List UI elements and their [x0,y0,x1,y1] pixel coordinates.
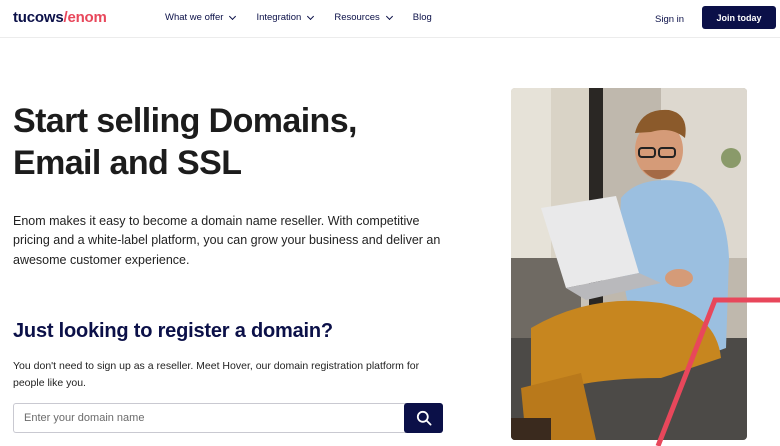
chevron-down-icon [307,12,315,20]
nav-resources[interactable]: Resources [334,12,393,23]
nav-label: What we offer [165,12,224,23]
logo-enom: /enom [63,9,107,26]
intro-paragraph: Enom makes it easy to become a domain na… [13,214,441,267]
page-title: Start selling Domains, Email and SSL [13,102,357,182]
domain-search-input[interactable] [13,403,406,433]
main-nav: What we offer Integration Resources Blog [165,12,453,23]
chevron-down-icon [385,12,393,20]
nav-integration[interactable]: Integration [256,12,315,23]
join-today-button[interactable]: Join today [702,6,776,29]
site-header: tucows/enom What we offer Integration Re… [0,0,780,38]
nav-blog[interactable]: Blog [413,12,432,23]
nav-what-we-offer[interactable]: What we offer [165,12,237,23]
hero-photo [511,88,747,440]
domain-search-form [13,403,443,433]
nav-label: Integration [256,12,302,23]
logo-tucows: tucows [13,9,64,26]
nav-label: Blog [412,12,432,23]
nav-label: Resources [334,12,380,23]
sign-in-link[interactable]: Sign in [655,14,684,25]
chevron-down-icon [229,12,237,20]
search-button[interactable] [404,403,443,433]
search-icon [416,410,432,426]
register-description: You don't need to sign up as a reseller.… [13,360,420,389]
tucows-enom-logo[interactable]: tucows/enom [13,9,107,26]
register-heading: Just looking to register a domain? [13,320,333,342]
